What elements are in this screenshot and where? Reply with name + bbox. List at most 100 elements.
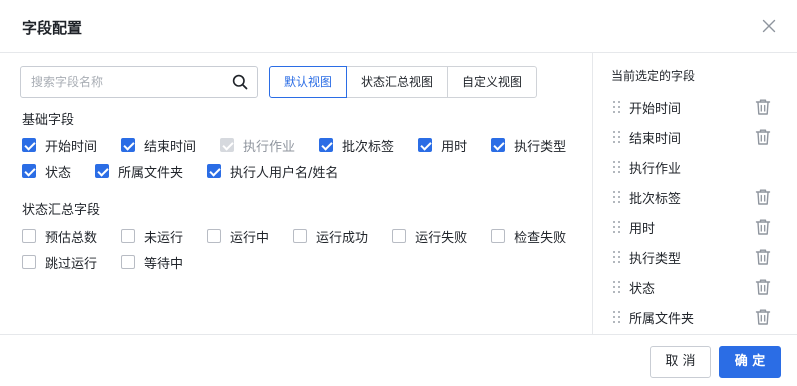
checkbox-box[interactable]: [392, 229, 407, 243]
checkbox-box[interactable]: [418, 138, 433, 152]
drag-handle-icon[interactable]: [611, 279, 621, 295]
field-checkbox[interactable]: 运行成功: [293, 227, 369, 246]
selected-field-label: 用时: [629, 221, 656, 237]
selected-field-item[interactable]: 批次标签: [611, 187, 786, 207]
selected-fields-panel: 当前选定的字段 开始时间结束时间执行作业批次标签用时执行类型状态所属文件夹: [592, 53, 797, 334]
dialog-title: 字段配置: [22, 19, 83, 37]
drag-handle-icon[interactable]: [611, 189, 621, 205]
drag-handle-icon[interactable]: [611, 249, 621, 265]
checkbox-label: 用时: [441, 139, 468, 155]
selected-field-label: 状态: [629, 281, 656, 297]
field-config-dialog: 字段配置 默认视图状态汇总视图自定义视图 基础字段 开始时间结束时间执行作业批次…: [0, 0, 797, 386]
view-tab[interactable]: 状态汇总视图: [346, 66, 449, 98]
field-checkbox[interactable]: 未运行: [121, 227, 184, 246]
checkbox-box[interactable]: [22, 138, 36, 152]
checkbox-label: 执行类型: [514, 139, 567, 155]
checkbox-box[interactable]: [121, 138, 136, 152]
field-checkbox[interactable]: 运行失败: [392, 227, 468, 246]
dialog-footer: 取 消 确 定: [0, 334, 797, 386]
drag-handle-icon[interactable]: [611, 129, 621, 145]
selected-field-label: 所属文件夹: [629, 311, 695, 327]
trash-icon[interactable]: [755, 128, 771, 146]
trash-icon[interactable]: [755, 98, 771, 116]
field-checkbox[interactable]: 状态: [22, 162, 72, 181]
field-picker-panel: 默认视图状态汇总视图自定义视图 基础字段 开始时间结束时间执行作业批次标签用时执…: [0, 53, 592, 334]
selected-field-item[interactable]: 执行类型: [611, 247, 786, 267]
trash-icon[interactable]: [755, 248, 771, 266]
checkbox-box: [220, 138, 235, 152]
checkbox-box[interactable]: [22, 229, 36, 243]
checkbox-box[interactable]: [95, 164, 110, 178]
trash-icon[interactable]: [755, 218, 771, 236]
drag-handle-icon[interactable]: [611, 219, 621, 235]
status-fields-title: 状态汇总字段: [22, 203, 101, 218]
checkbox-label: 等待中: [144, 256, 184, 272]
field-checkbox[interactable]: 运行中: [207, 227, 270, 246]
checkbox-box[interactable]: [293, 229, 308, 243]
trash-icon[interactable]: [755, 308, 771, 326]
selected-field-label: 批次标签: [629, 191, 682, 207]
field-checkbox[interactable]: 结束时间: [121, 136, 197, 155]
field-checkbox: 执行作业: [220, 136, 296, 155]
selected-field-label: 执行类型: [629, 251, 682, 267]
field-checkbox[interactable]: 所属文件夹: [95, 162, 183, 181]
field-checkbox[interactable]: 执行人用户名/姓名: [207, 162, 339, 181]
checkbox-label: 开始时间: [45, 139, 98, 155]
checkbox-box[interactable]: [22, 255, 36, 269]
checkbox-label: 批次标签: [342, 139, 395, 155]
checkbox-label: 运行中: [230, 230, 270, 246]
selected-field-item[interactable]: 结束时间: [611, 127, 786, 147]
field-checkbox[interactable]: 开始时间: [22, 136, 98, 155]
field-checkbox[interactable]: 执行类型: [491, 136, 567, 155]
status-fields-row-1: 预估总数 未运行 运行中 运行成功 运行失败 检查失败: [22, 227, 567, 246]
checkbox-label: 执行作业: [243, 139, 296, 155]
field-checkbox[interactable]: 等待中: [121, 253, 184, 272]
search-input[interactable]: [31, 67, 227, 97]
checkbox-label: 跳过运行: [45, 256, 98, 272]
checkbox-label: 运行失败: [415, 230, 468, 246]
checkbox-box[interactable]: [121, 255, 136, 269]
selected-field-item[interactable]: 所属文件夹: [611, 307, 786, 327]
view-tab[interactable]: 默认视图: [269, 66, 348, 98]
selected-field-item[interactable]: 状态: [611, 277, 786, 297]
checkbox-label: 运行成功: [316, 230, 369, 246]
trash-icon[interactable]: [755, 278, 771, 296]
dialog-header: 字段配置: [0, 0, 797, 53]
selected-fields-title: 当前选定的字段: [611, 69, 696, 83]
field-checkbox[interactable]: 预估总数: [22, 227, 97, 246]
checkbox-label: 执行人用户名/姓名: [230, 165, 339, 181]
checkbox-label: 未运行: [144, 230, 184, 246]
checkbox-box[interactable]: [491, 138, 506, 152]
checkbox-box[interactable]: [207, 164, 222, 178]
field-checkbox[interactable]: 检查失败: [491, 227, 567, 246]
selected-field-item[interactable]: 开始时间: [611, 97, 786, 117]
field-checkbox[interactable]: 批次标签: [319, 136, 395, 155]
selected-field-item[interactable]: 执行作业: [611, 157, 786, 177]
cancel-button[interactable]: 取 消: [650, 346, 711, 378]
checkbox-label: 检查失败: [514, 230, 567, 246]
drag-handle-icon[interactable]: [611, 99, 621, 115]
drag-handle-icon[interactable]: [611, 159, 621, 175]
checkbox-box[interactable]: [491, 229, 506, 243]
basic-fields-title: 基础字段: [22, 113, 75, 128]
field-checkbox[interactable]: 跳过运行: [22, 253, 98, 272]
checkbox-box[interactable]: [121, 229, 136, 243]
checkbox-label: 状态: [45, 165, 72, 181]
search-box: [20, 66, 258, 98]
checkbox-box[interactable]: [22, 164, 36, 178]
search-icon[interactable]: [232, 74, 248, 90]
selected-field-item[interactable]: 用时: [611, 217, 786, 237]
status-fields-row-2: 跳过运行 等待中: [22, 253, 184, 272]
drag-handle-icon[interactable]: [611, 309, 621, 325]
close-icon[interactable]: [760, 17, 778, 35]
checkbox-box[interactable]: [207, 229, 222, 243]
checkbox-label: 结束时间: [144, 139, 197, 155]
basic-fields-row-1: 开始时间 结束时间 执行作业 批次标签 用时 执行类型: [22, 136, 567, 155]
view-tab[interactable]: 自定义视图: [447, 66, 538, 98]
field-checkbox[interactable]: 用时: [418, 136, 468, 155]
trash-icon[interactable]: [755, 188, 771, 206]
selected-field-label: 开始时间: [629, 101, 682, 117]
confirm-button[interactable]: 确 定: [719, 346, 781, 378]
checkbox-box[interactable]: [319, 138, 334, 152]
view-tabs: 默认视图 状态汇总视图 自定义视图: [269, 66, 538, 98]
